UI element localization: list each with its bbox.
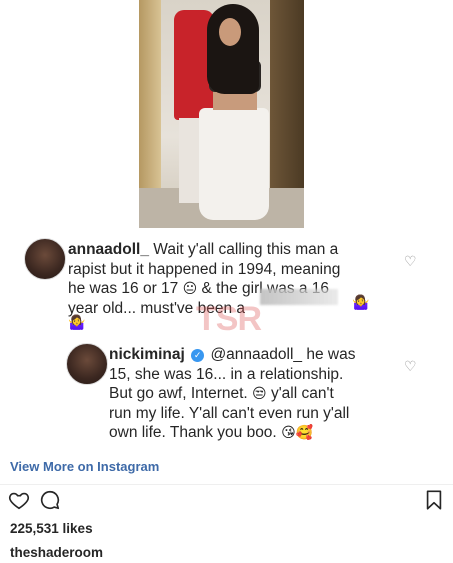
comment-text-line: Wait y'all calling this man a bbox=[153, 241, 339, 258]
shrug-emoji: 🤷‍♀️ bbox=[68, 315, 86, 331]
heart-outline-icon[interactable] bbox=[8, 489, 30, 511]
kiss-emoji: 😘🥰 bbox=[281, 425, 314, 441]
likes-count[interactable]: 225,531 likes bbox=[10, 521, 93, 536]
comment-text-line: own life. Thank you boo. bbox=[109, 424, 277, 441]
post-owner-username[interactable]: theshaderoom bbox=[10, 545, 103, 560]
comment-text-line: 15, she was 16... in a relationship. bbox=[109, 365, 344, 383]
photo-door bbox=[270, 0, 304, 190]
post-photo[interactable] bbox=[139, 0, 304, 228]
unamused-face-emoji: 😒 bbox=[252, 386, 267, 402]
view-more-link[interactable]: View More on Instagram bbox=[10, 459, 159, 474]
mention-link[interactable]: @annaadoll_ bbox=[210, 346, 302, 363]
photo-woman-pants bbox=[199, 108, 269, 220]
bookmark-icon[interactable] bbox=[423, 489, 445, 511]
comment-text-line: But go awf, Internet. bbox=[109, 385, 248, 402]
photo-man-leg bbox=[179, 118, 201, 203]
comment-text-line: he was 16 or 17 bbox=[68, 280, 179, 297]
comment-nickiminaj: nickiminaj ✓ @annaadoll_ he was 15, she … bbox=[109, 345, 409, 443]
comment-text-line: y'all can't bbox=[270, 385, 334, 402]
verified-badge-icon: ✓ bbox=[191, 349, 205, 362]
photo-woman-face bbox=[219, 18, 241, 46]
watermark: TSR bbox=[196, 300, 262, 338]
comment-username[interactable]: annaadoll_ bbox=[68, 241, 149, 258]
small-heart-icon[interactable]: ♡ bbox=[404, 360, 418, 374]
comment-text-line: rapist but it happened in 1994, meaning bbox=[68, 260, 341, 278]
avatar-annaadoll[interactable] bbox=[24, 238, 66, 280]
avatar-nickiminaj[interactable] bbox=[66, 343, 108, 385]
comment-text-line: run my life. Y'all can't even run y'all bbox=[109, 404, 350, 422]
blurred-text bbox=[260, 289, 338, 305]
instagram-post: annaadoll_ Wait y'all calling this man a… bbox=[0, 0, 453, 563]
small-heart-icon[interactable]: ♡ bbox=[404, 255, 418, 269]
shrug-emoji: 🤷‍♀️ bbox=[352, 295, 370, 311]
comment-bubble-icon[interactable] bbox=[39, 489, 61, 511]
comment-text-line: he was bbox=[306, 346, 356, 363]
photo-woman-hair bbox=[207, 4, 259, 94]
neutral-face-emoji: 😐 bbox=[182, 281, 198, 297]
comment-username[interactable]: nickiminaj bbox=[109, 346, 185, 363]
divider bbox=[0, 484, 453, 485]
